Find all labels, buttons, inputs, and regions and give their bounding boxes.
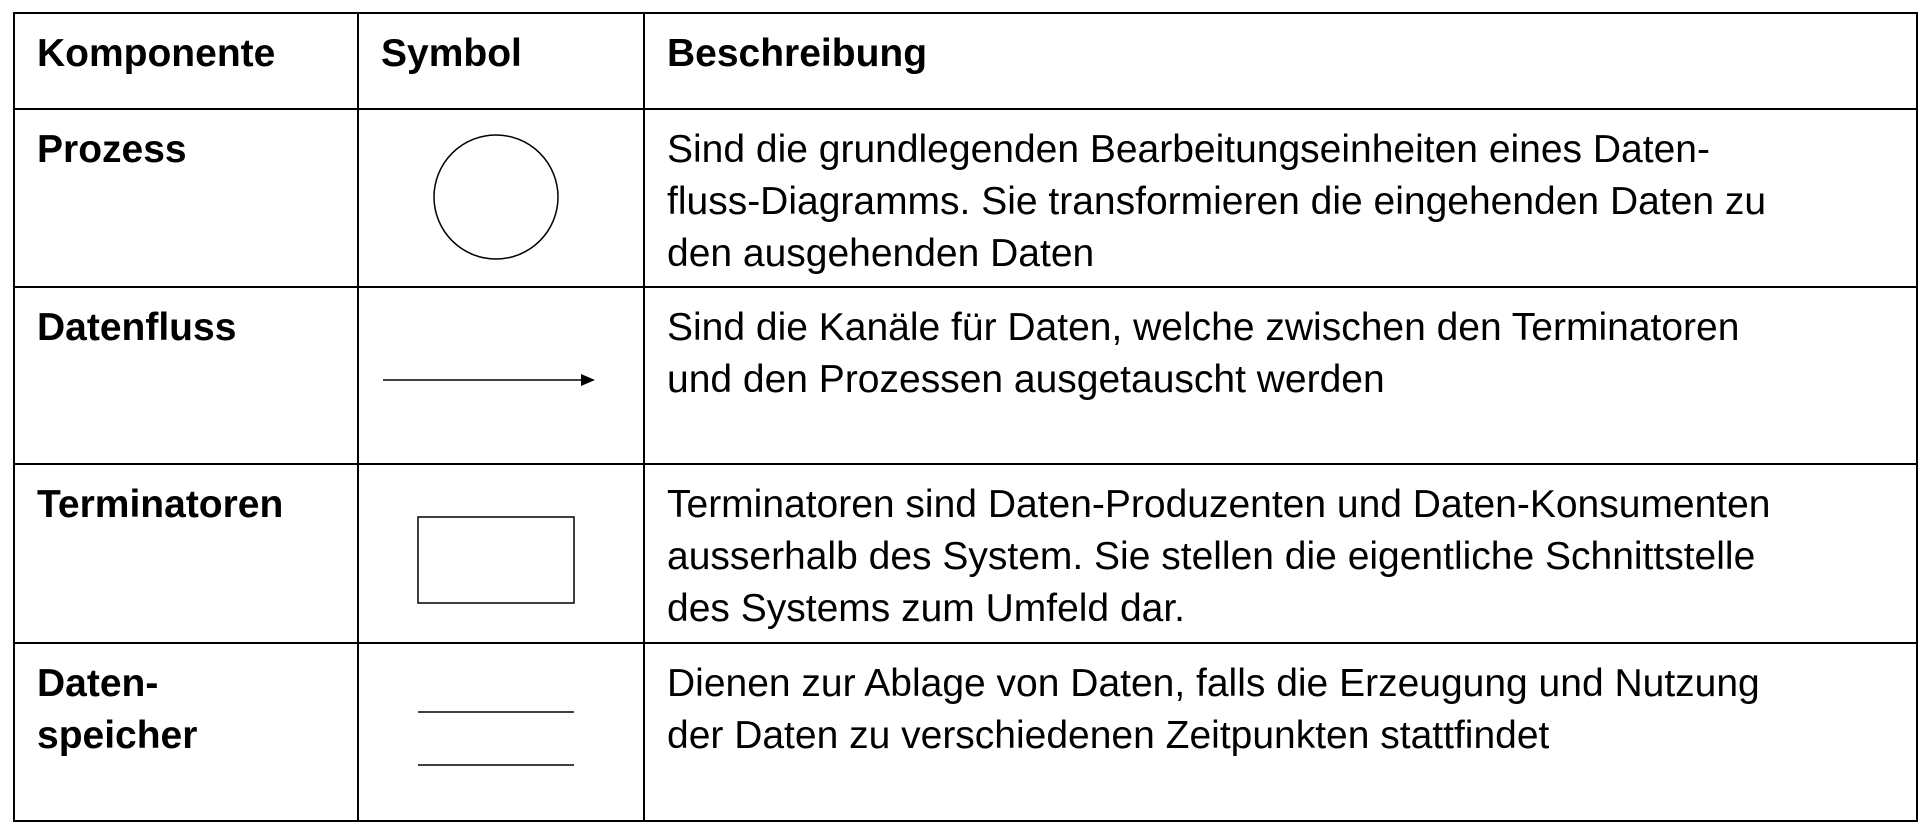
table-row: Daten- speicher Dienen zur Ablage von Da… [13, 642, 1918, 822]
table-row: Datenfluss Sind die Kanäle für Daten, we… [13, 286, 1918, 465]
symbol-cell [357, 463, 645, 644]
table-row: Prozess Sind die grundlegenden Bearbeitu… [13, 108, 1918, 288]
symbol-cell [357, 108, 645, 288]
component-name: Daten- speicher [13, 642, 359, 822]
components-table: Komponente Symbol Beschreibung Prozess S… [13, 12, 1918, 822]
header-symbol: Symbol [357, 12, 645, 110]
header-beschreibung: Beschreibung [643, 12, 1918, 110]
symbol-cell [357, 286, 645, 465]
component-description: Sind die Kanäle für Daten, welche zwisch… [643, 286, 1918, 465]
header-komponente: Komponente [13, 12, 359, 110]
component-name: Terminatoren [13, 463, 359, 644]
component-description: Terminatoren sind Daten-Produzenten und … [643, 463, 1918, 644]
table-header-row: Komponente Symbol Beschreibung [13, 12, 1918, 110]
parallel-lines-icon [418, 711, 574, 766]
table-row: Terminatoren Terminatoren sind Daten-Pro… [13, 463, 1918, 644]
symbol-cell [357, 642, 645, 822]
component-description: Dienen zur Ablage von Daten, falls die E… [643, 642, 1918, 822]
circle-icon [433, 134, 559, 260]
rectangle-icon [417, 516, 575, 604]
arrow-right-icon [383, 374, 595, 386]
component-name: Prozess [13, 108, 359, 288]
component-name: Datenfluss [13, 286, 359, 465]
component-description: Sind die grundlegenden Bearbeitungseinhe… [643, 108, 1918, 288]
